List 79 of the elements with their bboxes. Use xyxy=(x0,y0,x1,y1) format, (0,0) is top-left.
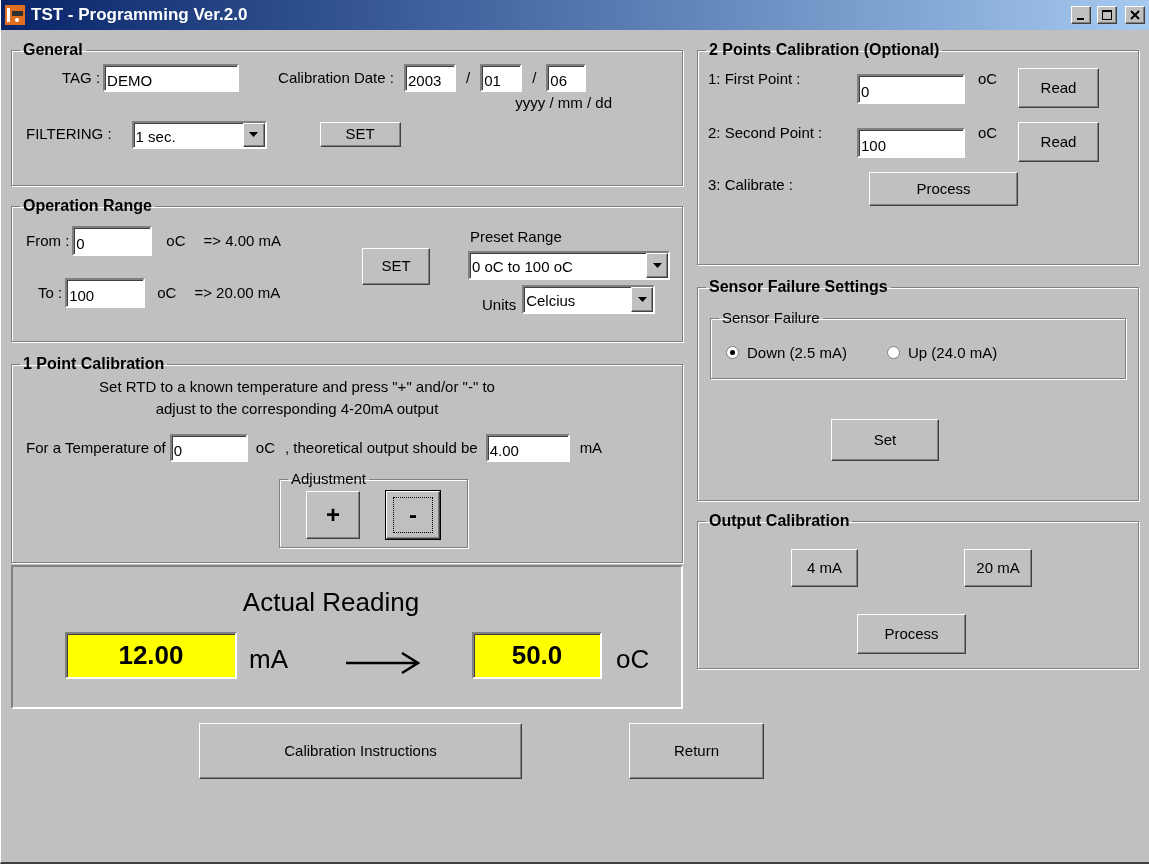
label: 3: Calibrate : xyxy=(708,175,795,195)
radio-option[interactable]: Down (2.5 mA) xyxy=(726,341,848,364)
label: oC xyxy=(166,230,186,251)
button[interactable]: Set xyxy=(831,419,939,461)
minimize-icon[interactable] xyxy=(1071,6,1091,24)
text-field[interactable]: 100 xyxy=(65,278,146,308)
label: yyyy / mm / dd xyxy=(515,93,612,113)
caret-icon xyxy=(637,297,647,303)
group-title: 2 Points Calibration (Optional) xyxy=(708,40,941,60)
button[interactable]: Process xyxy=(869,172,1018,206)
caret-icon xyxy=(249,132,259,137)
group-title: Sensor Failure xyxy=(721,308,821,328)
button[interactable]: Process xyxy=(857,614,966,654)
text-field[interactable]: 100 xyxy=(857,128,965,158)
text-field[interactable]: DEMO xyxy=(103,64,240,92)
unit-label: oC xyxy=(616,643,650,676)
label: oC xyxy=(255,437,275,458)
label: From : xyxy=(26,230,70,251)
dropdown[interactable]: 0 oC to 100 oC xyxy=(468,250,670,280)
radio-circle-icon[interactable] xyxy=(726,346,739,360)
label: => 4.00 mA xyxy=(203,230,282,251)
arrow-icon xyxy=(346,651,420,675)
caret-icon xyxy=(652,262,662,268)
text-field[interactable]: 2003 xyxy=(403,64,456,92)
dropdown-button[interactable] xyxy=(242,122,265,147)
label: oC xyxy=(978,69,999,89)
text-field[interactable]: 01 xyxy=(480,64,523,92)
button[interactable]: 20 mA xyxy=(964,549,1032,587)
unit-label: mA xyxy=(249,643,288,676)
button[interactable]: Return xyxy=(629,723,764,779)
button[interactable]: Calibration Instructions xyxy=(199,723,522,779)
group-title: Sensor Failure Settings xyxy=(708,277,889,297)
close-icon[interactable] xyxy=(1125,6,1145,24)
button[interactable]: SET xyxy=(319,122,401,147)
text-field[interactable]: 4.00 xyxy=(485,434,570,462)
label: mA xyxy=(579,437,603,458)
window-title: TST - Programming Ver.2.0 xyxy=(31,4,249,27)
label: Calibration Date : xyxy=(278,67,394,88)
label: Units xyxy=(482,294,517,315)
group-title: Operation Range xyxy=(22,196,153,216)
text-field[interactable]: 06 xyxy=(546,64,587,92)
reading-display: 50.0 xyxy=(472,632,602,679)
label: / xyxy=(532,67,537,88)
label: / xyxy=(465,67,471,88)
group-title: Adjustment xyxy=(290,469,368,489)
dropdown[interactable]: 1 sec. xyxy=(131,120,267,149)
text-field[interactable]: 0 xyxy=(857,74,965,104)
button[interactable]: Read xyxy=(1018,68,1099,108)
label: Preset Range xyxy=(470,227,562,247)
label: To : xyxy=(38,282,63,303)
label: 1: First Point : xyxy=(708,69,802,89)
dropdown-button[interactable] xyxy=(631,287,654,313)
group-title: Output Calibration xyxy=(708,511,851,531)
label: oC xyxy=(157,282,177,303)
button[interactable]: SET xyxy=(362,248,430,285)
button[interactable]: Read xyxy=(1018,122,1099,162)
reading-title: Actual Reading xyxy=(242,586,420,619)
label: , theoretical output should be xyxy=(285,437,478,458)
label: FILTERING : xyxy=(26,124,112,145)
label: 2: Second Point : xyxy=(708,123,824,143)
label: => 20.00 mA xyxy=(194,282,281,303)
adjust-button[interactable]: + xyxy=(306,490,360,539)
instructions-text: Set RTD to a known temperature and press "+" and/or "-" to adjust to the corresponding 4-20mA output xyxy=(98,377,496,419)
group-title: General xyxy=(22,40,84,60)
reading-display: 12.00 xyxy=(65,632,237,679)
maximize-icon[interactable] xyxy=(1097,6,1117,24)
dropdown[interactable]: Celcius xyxy=(522,285,656,315)
label: TAG : xyxy=(62,67,101,88)
radio-option[interactable]: Up (24.0 mA) xyxy=(887,341,998,364)
group-title: 1 Point Calibration xyxy=(22,354,166,374)
app-icon xyxy=(5,5,25,25)
adjust-button[interactable]: - xyxy=(386,490,440,539)
label: For a Temperature of xyxy=(26,437,166,458)
text-field[interactable]: 0 xyxy=(169,434,248,462)
text-field[interactable]: 0 xyxy=(72,226,153,256)
radio-circle-icon[interactable] xyxy=(887,346,901,360)
button[interactable]: 4 mA xyxy=(791,549,858,587)
label: oC xyxy=(978,123,999,143)
dropdown-button[interactable] xyxy=(646,252,668,278)
